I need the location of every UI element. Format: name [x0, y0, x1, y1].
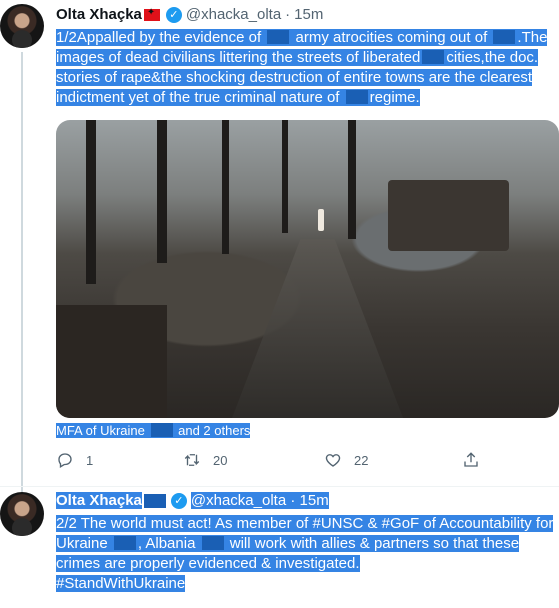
flag-albania-icon — [143, 7, 160, 21]
share-button[interactable] — [462, 451, 480, 469]
reply-count: 1 — [86, 452, 94, 468]
separator: · — [290, 492, 296, 509]
tagged-name[interactable]: MFA of Ukraine — [56, 423, 145, 438]
tweet-header: Olta Xhaçka ✓ @xhacka_olta · 15m — [56, 492, 329, 509]
reply-icon — [58, 453, 72, 468]
reply-button[interactable]: 1 — [56, 451, 93, 469]
like-count: 22 — [354, 452, 369, 468]
tree — [282, 120, 289, 234]
text-part: army atrocities coming out of — [295, 29, 488, 46]
like-icon — [325, 454, 341, 467]
share-icon — [464, 452, 478, 467]
tree — [347, 120, 356, 240]
avatar[interactable] — [0, 4, 44, 48]
avatar[interactable] — [0, 492, 44, 536]
verified-badge-icon: ✓ — [165, 6, 182, 23]
tweet-2[interactable]: Olta Xhaçka ✓ @xhacka_olta · 15m 2/2 The w… — [0, 486, 559, 608]
display-name[interactable]: Olta Xhaçka — [56, 6, 142, 23]
flag-emoji-redacted — [422, 50, 445, 64]
handle[interactable]: @xhacka_olta — [191, 492, 286, 509]
tweet-text: 2/2 The world must act! As member of #UN… — [56, 514, 556, 594]
flag-emoji-redacted — [493, 30, 516, 44]
flag-emoji-redacted — [267, 30, 290, 44]
flag-albania-redacted — [143, 493, 166, 508]
tweet-photo[interactable] — [56, 120, 559, 418]
thread-line — [21, 52, 23, 492]
destroyed-vehicle — [387, 179, 509, 252]
text-part: , Albania — [137, 535, 196, 552]
tagged-more[interactable]: and 2 others — [178, 423, 250, 438]
verified-badge-icon: ✓ — [170, 492, 187, 509]
flag-emoji-redacted — [113, 536, 136, 550]
road — [232, 239, 404, 418]
retweet-count: 20 — [213, 452, 228, 468]
timestamp[interactable]: 15m — [294, 6, 323, 23]
tree — [86, 120, 97, 284]
person — [317, 209, 324, 232]
text-part: regime. — [369, 89, 420, 106]
handle[interactable]: @xhacka_olta — [186, 6, 281, 23]
tweet-actions: 1 20 22 — [56, 451, 516, 475]
text-part: 1/2Appalled by the evidence of — [56, 29, 262, 46]
separator: · — [285, 6, 291, 23]
wreckage — [56, 304, 167, 418]
tagged-users[interactable]: MFA of Ukraine and 2 others — [56, 423, 251, 439]
flag-emoji-redacted — [150, 423, 173, 437]
flag-emoji-redacted — [345, 90, 368, 104]
display-name[interactable]: Olta Xhaçka — [56, 492, 142, 509]
tree — [221, 120, 229, 255]
like-button[interactable]: 22 — [324, 451, 368, 469]
tweet-header: Olta Xhaçka ✓ @xhacka_olta · 15m — [56, 6, 323, 23]
hashtag-link[interactable]: #StandWithUkraine — [56, 575, 185, 592]
tree — [156, 120, 167, 264]
timestamp[interactable]: 15m — [300, 492, 329, 509]
tweet-text: 1/2Appalled by the evidence of army atro… — [56, 28, 556, 108]
tweet-1[interactable]: Olta Xhaçka ✓ @xhacka_olta · 15m 1/2Appa… — [0, 0, 559, 492]
flag-emoji-redacted — [201, 536, 224, 550]
retweet-button[interactable]: 20 — [183, 451, 227, 469]
retweet-icon — [184, 454, 200, 466]
